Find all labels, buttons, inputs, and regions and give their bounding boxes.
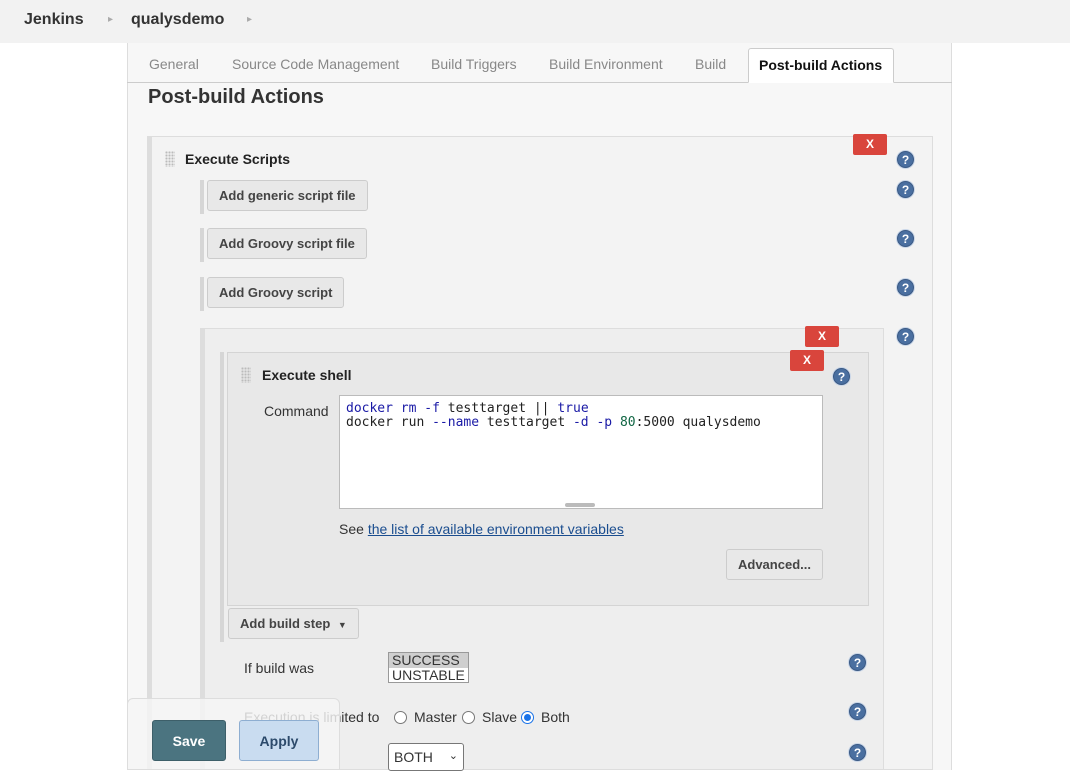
env-vars-hint: See the list of available environment va… [339,521,624,537]
delete-build-steps-button[interactable]: X [805,326,839,347]
item-left-bar [200,277,204,311]
add-build-step-label: Add build step [240,616,331,631]
help-icon[interactable]: ? [849,703,866,720]
radio-both-label: Both [541,709,570,725]
delete-execute-shell-button[interactable]: X [790,350,824,371]
tab-build-triggers[interactable]: Build Triggers [421,48,527,83]
add-build-step-button[interactable]: Add build step ▼ [228,608,359,639]
target-select-value: BOTH [394,749,433,765]
radio-slave-label: Slave [482,709,518,725]
add-generic-script-file-button[interactable]: Add generic script file [207,180,368,211]
chevron-down-icon: ⌄ [448,750,458,762]
breadcrumb-separator-icon: ▸ [247,14,253,25]
target-select[interactable]: BOTH ⌄ [388,743,464,771]
radio-both[interactable] [521,711,534,724]
execute-scripts-title: Execute Scripts [185,151,291,167]
drag-handle-icon[interactable] [241,367,251,383]
advanced-button[interactable]: Advanced... [726,549,823,580]
help-icon[interactable]: ? [833,368,850,385]
tab-build[interactable]: Build [685,48,736,83]
tab-build-environment[interactable]: Build Environment [539,48,673,83]
build-result-list[interactable]: SUCCESS UNSTABLE [388,652,469,683]
breadcrumb-separator-icon: ▸ [108,14,114,25]
tab-general[interactable]: General [139,48,209,83]
build-result-option[interactable]: UNSTABLE [389,668,468,683]
command-label: Command [264,403,329,419]
item-left-bar [200,228,204,262]
add-groovy-script-button[interactable]: Add Groovy script [207,277,345,308]
breadcrumb-jenkins[interactable]: Jenkins [24,11,84,29]
radio-slave[interactable] [462,711,475,724]
item-left-bar [200,180,204,214]
radio-master-label: Master [414,709,457,725]
help-icon[interactable]: ? [849,744,866,761]
apply-button[interactable]: Apply [239,720,319,761]
env-vars-link[interactable]: the list of available environment variab… [368,521,624,537]
tab-source-code-management[interactable]: Source Code Management [222,48,409,83]
textarea-resize-handle[interactable] [565,503,595,507]
help-icon[interactable]: ? [897,181,914,198]
breadcrumb-project[interactable]: qualysdemo [131,11,224,29]
see-prefix: See [339,521,368,537]
caret-down-icon: ▼ [337,620,347,630]
help-icon[interactable]: ? [897,328,914,345]
section-title: Post-build Actions [148,86,324,108]
build-result-option[interactable]: SUCCESS [389,653,468,668]
tab-post-build-actions[interactable]: Post-build Actions [748,48,894,83]
help-icon[interactable]: ? [897,151,914,168]
help-icon[interactable]: ? [897,230,914,247]
command-line-2: docker run --name testtarget -d -p 80:50… [346,415,761,430]
command-textarea[interactable]: docker rm -f testtarget || true docker r… [339,395,823,509]
help-icon[interactable]: ? [849,654,866,671]
drag-handle-icon[interactable] [165,151,175,167]
help-icon[interactable]: ? [897,279,914,296]
add-groovy-script-file-button[interactable]: Add Groovy script file [207,228,367,259]
delete-execute-scripts-button[interactable]: X [853,134,887,155]
radio-master[interactable] [394,711,407,724]
execute-shell-title: Execute shell [262,367,352,383]
if-build-was-label: If build was [244,660,315,676]
step-left-bar [220,352,224,642]
save-button[interactable]: Save [152,720,226,761]
